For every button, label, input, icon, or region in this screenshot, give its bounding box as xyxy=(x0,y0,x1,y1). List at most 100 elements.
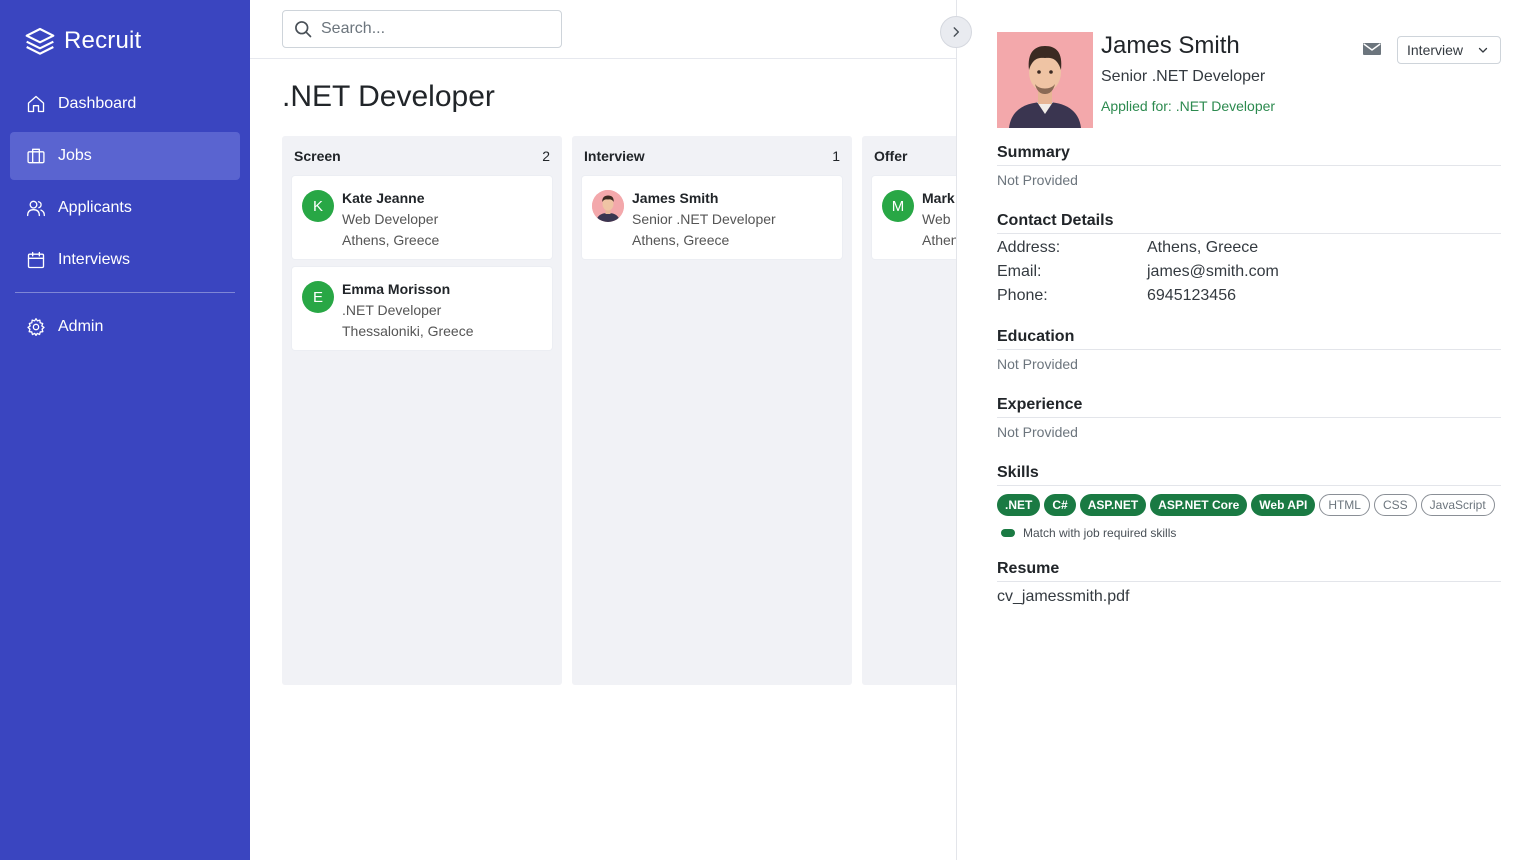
card-location: Athens xyxy=(922,232,956,248)
section-heading: Experience xyxy=(997,396,1501,418)
skill-badge: CSS xyxy=(1373,494,1417,516)
column-screen: Screen 2 K Kate Jeanne Web Developer Ath… xyxy=(282,136,562,685)
sidebar-item-admin[interactable]: Admin xyxy=(10,303,240,351)
card-role: Senior .NET Developer xyxy=(632,211,776,227)
card-location: Thessaloniki, Greece xyxy=(342,323,474,339)
column-count: 1 xyxy=(832,148,840,164)
sidebar-item-label: Admin xyxy=(58,318,104,335)
experience-text: Not Provided xyxy=(997,424,1078,440)
sidebar-nav: Dashboard Jobs Applicants Interviews Adm… xyxy=(10,80,240,355)
briefcase-icon xyxy=(26,146,46,166)
calendar-icon xyxy=(26,250,46,270)
skills-legend: Match with job required skills xyxy=(997,526,1501,540)
card-role: Web Developer xyxy=(342,211,439,227)
users-icon xyxy=(26,198,46,218)
column-count: 2 xyxy=(542,148,550,164)
applicant-card[interactable]: K Kate Jeanne Web Developer Athens, Gree… xyxy=(292,176,552,259)
card-role: .NET Developer xyxy=(342,302,442,318)
applicant-title: Senior .NET Developer xyxy=(1101,68,1266,85)
collapse-panel-button[interactable] xyxy=(940,16,972,48)
sidebar-item-jobs[interactable]: Jobs xyxy=(10,132,240,180)
search-box[interactable] xyxy=(282,10,562,48)
sidebar: Recruit Dashboard Jobs Applicants Interv… xyxy=(0,0,250,860)
skill-badge: Web API xyxy=(1251,494,1316,516)
applied-for-link[interactable]: Applied for: .NET Developer xyxy=(1101,98,1275,114)
applicant-photo xyxy=(997,32,1093,128)
experience-section: Experience Not Provided xyxy=(997,396,1501,440)
skill-badge: JavaScript xyxy=(1420,494,1495,516)
page-title: .NET Developer xyxy=(282,80,495,113)
mail-icon[interactable] xyxy=(1363,42,1381,61)
card-location: Athens, Greece xyxy=(632,232,730,248)
skills-list: .NET C# ASP.NET ASP.NET Core Web API HTM… xyxy=(997,494,1501,516)
section-heading: Education xyxy=(997,328,1501,350)
contact-address-row: Address: Athens, Greece xyxy=(997,236,1501,260)
brand[interactable]: Recruit xyxy=(24,24,141,58)
card-name: Emma Morisson xyxy=(342,281,451,297)
resume-file-link[interactable]: cv_jamessmith.pdf xyxy=(997,588,1130,606)
column-title: Offer xyxy=(874,148,908,164)
card-role: Web xyxy=(922,211,951,227)
summary-text: Not Provided xyxy=(997,172,1078,188)
applicant-card[interactable]: E Emma Morisson .NET Developer Thessalon… xyxy=(292,267,552,350)
column-header: Interview 1 xyxy=(572,136,852,176)
legend-swatch xyxy=(1001,529,1015,537)
address-value: Athens, Greece xyxy=(1147,239,1259,256)
card-location: Athens, Greece xyxy=(342,232,440,248)
sidebar-item-interviews[interactable]: Interviews xyxy=(10,236,240,284)
applicant-card[interactable]: M Mark Web Athens xyxy=(872,176,956,259)
applicant-detail-panel: James Smith Senior .NET Developer Applie… xyxy=(956,0,1540,860)
skill-badge: HTML xyxy=(1319,494,1370,516)
phone-value: 6945123456 xyxy=(1147,287,1236,304)
search-input[interactable] xyxy=(321,20,541,38)
sidebar-item-label: Applicants xyxy=(58,199,132,216)
applicant-name: James Smith xyxy=(1101,32,1240,59)
summary-section: Summary Not Provided xyxy=(997,144,1501,188)
kanban-board: Screen 2 K Kate Jeanne Web Developer Ath… xyxy=(282,136,956,686)
education-text: Not Provided xyxy=(997,356,1078,372)
search-icon xyxy=(293,19,313,39)
card-name: Kate Jeanne xyxy=(342,190,425,206)
avatar: K xyxy=(302,190,334,222)
column-header: Offer xyxy=(862,136,956,176)
applicant-card[interactable]: James Smith Senior .NET Developer Athens… xyxy=(582,176,842,259)
skill-badge: ASP.NET xyxy=(1079,494,1147,516)
skill-badge: .NET xyxy=(997,494,1041,516)
skills-section: Skills .NET C# ASP.NET ASP.NET Core Web … xyxy=(997,464,1501,540)
email-value[interactable]: james@smith.com xyxy=(1147,263,1279,281)
layers-logo-icon xyxy=(24,25,56,57)
sidebar-item-label: Jobs xyxy=(58,147,92,164)
nav-divider xyxy=(15,292,235,293)
section-heading: Resume xyxy=(997,560,1501,582)
status-value: Interview xyxy=(1407,42,1464,58)
card-name: Mark xyxy=(922,190,955,206)
home-icon xyxy=(26,94,46,114)
avatar: M xyxy=(882,190,914,222)
column-title: Screen xyxy=(294,148,341,164)
column-offer: Offer M Mark Web Athens xyxy=(862,136,956,685)
column-header: Screen 2 xyxy=(282,136,562,176)
skill-badge: C# xyxy=(1044,494,1076,516)
legend-text: Match with job required skills xyxy=(1023,526,1177,540)
column-title: Interview xyxy=(584,148,645,164)
contact-email-row: Email: james@smith.com xyxy=(997,260,1501,284)
section-heading: Summary xyxy=(997,144,1501,166)
sidebar-item-dashboard[interactable]: Dashboard xyxy=(10,80,240,128)
email-label: Email: xyxy=(997,263,1042,280)
avatar: E xyxy=(302,281,334,313)
contact-phone-row: Phone: 6945123456 xyxy=(997,284,1501,308)
app-name: Recruit xyxy=(64,27,142,54)
sidebar-item-label: Dashboard xyxy=(58,95,137,112)
phone-label: Phone: xyxy=(997,287,1048,304)
sidebar-item-applicants[interactable]: Applicants xyxy=(10,184,240,232)
section-heading: Skills xyxy=(997,464,1501,486)
section-heading: Contact Details xyxy=(997,212,1501,234)
column-interview: Interview 1 James Smith Senior .NET Deve… xyxy=(572,136,852,685)
gear-icon xyxy=(26,317,46,337)
avatar-photo xyxy=(592,190,624,222)
status-dropdown[interactable]: Interview xyxy=(1397,36,1501,64)
resume-section: Resume cv_jamessmith.pdf xyxy=(997,560,1501,606)
card-name: James Smith xyxy=(632,190,719,206)
address-label: Address: xyxy=(997,239,1061,256)
sidebar-item-label: Interviews xyxy=(58,251,131,268)
